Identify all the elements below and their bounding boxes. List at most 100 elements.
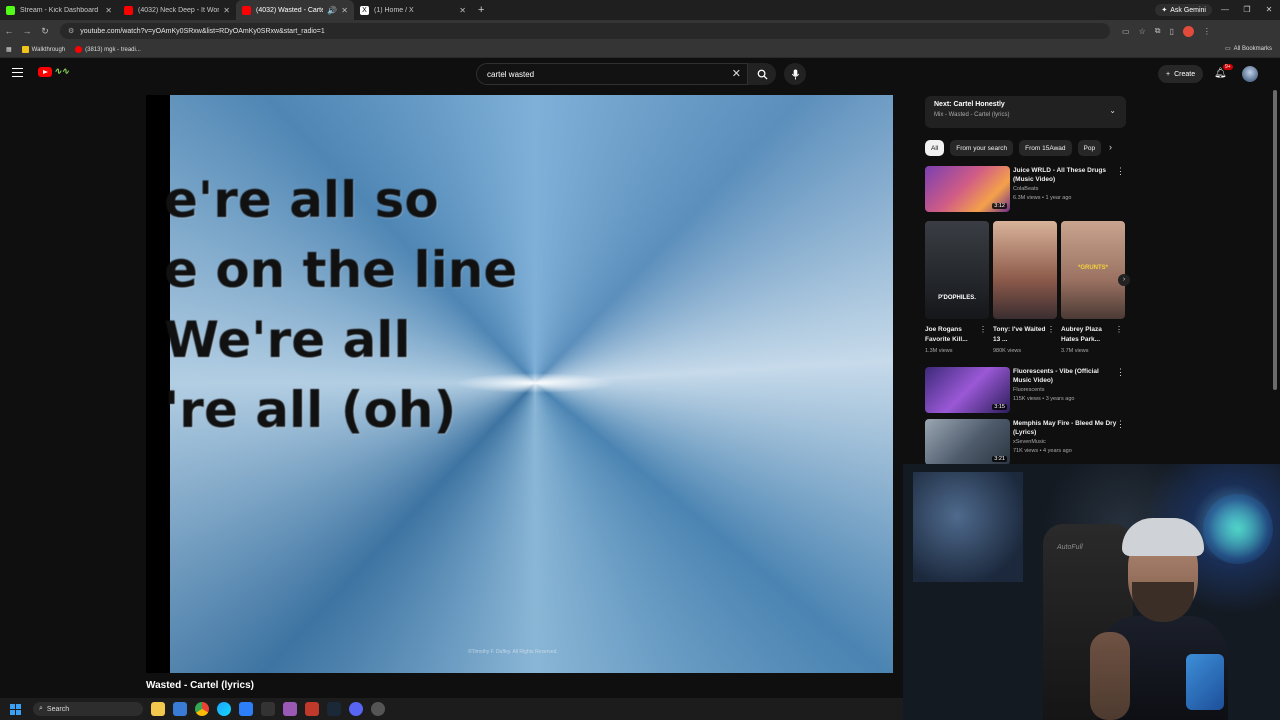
app-icon[interactable]	[239, 702, 253, 716]
reload-icon[interactable]: ↻	[36, 26, 54, 37]
all-bookmarks-label: All Bookmarks	[1233, 45, 1272, 52]
site-info-icon[interactable]: ⚙	[68, 27, 74, 35]
shorts-next-arrow-icon[interactable]: ›	[1118, 274, 1130, 286]
browser-tab-wasted[interactable]: (4032) Wasted - Cartel (lyric 🔊 ✕	[236, 0, 354, 20]
terminal-icon[interactable]	[261, 702, 275, 716]
clear-search-icon[interactable]: ✕	[732, 67, 741, 80]
video-thumbnail[interactable]: 3:12	[925, 166, 1010, 212]
forward-icon[interactable]: →	[18, 26, 36, 36]
bookmark-star-icon[interactable]: ☆	[1139, 27, 1146, 36]
all-bookmarks[interactable]: ▭ All Bookmarks	[1225, 45, 1272, 53]
hamburger-menu-icon[interactable]	[12, 68, 23, 77]
obs-icon[interactable]	[305, 702, 319, 716]
channel-name[interactable]: ColaBeats	[1013, 186, 1038, 192]
taskbar-search[interactable]: ⌕ Search	[33, 702, 143, 716]
windows-start-icon[interactable]	[10, 703, 21, 715]
more-options-icon[interactable]: ⋮	[1115, 325, 1123, 334]
more-options-icon[interactable]: ⋮	[1116, 419, 1125, 430]
url-text: youtube.com/watch?v=yOAmKy0SRxw&list=RDy…	[80, 27, 325, 35]
short-title[interactable]: Joe Rogans Favorite Kill...	[925, 325, 983, 345]
more-options-icon[interactable]: ⋮	[1047, 325, 1055, 334]
speaker-icon[interactable]: 🔊	[327, 6, 337, 15]
create-button[interactable]: + Create	[1158, 65, 1204, 83]
settings-icon[interactable]	[371, 702, 385, 716]
video-player[interactable]: e're all so e on the line We're all 're …	[146, 95, 893, 673]
browser-tab-x[interactable]: X (1) Home / X ✕	[354, 0, 472, 20]
recommended-video[interactable]: 3:12 Juice WRLD - All These Drugs (Music…	[925, 166, 1127, 212]
profile-avatar[interactable]	[1182, 25, 1194, 37]
video-title[interactable]: Memphis May Fire - Bleed Me Dry (Lyrics)	[1013, 419, 1117, 437]
extensions-icon[interactable]: ⧉	[1155, 26, 1161, 36]
youtube-doodle-logo[interactable]: ∿∿	[54, 66, 69, 77]
edge-icon[interactable]	[217, 702, 231, 716]
voice-search-button[interactable]	[784, 63, 806, 85]
video-thumbnail[interactable]: 3:15	[925, 367, 1010, 413]
short-title[interactable]: Tony: I've Waited 13 ...	[993, 325, 1051, 345]
user-avatar[interactable]	[1242, 66, 1258, 82]
notification-count-badge: 9+	[1223, 64, 1233, 70]
short-thumbnail[interactable]: P'DOPHILES.	[925, 221, 989, 319]
sidebar-icon[interactable]: ▯	[1169, 27, 1173, 36]
search-button[interactable]	[748, 63, 776, 85]
video-title[interactable]: Juice WRLD - All These Drugs (Music Vide…	[1013, 166, 1117, 184]
short-thumbnail[interactable]	[993, 221, 1057, 319]
close-tab-icon[interactable]: ✕	[105, 6, 112, 15]
store-icon[interactable]	[173, 702, 187, 716]
youtube-icon	[75, 46, 83, 53]
ask-gemini-button[interactable]: ✦ Ask Gemini	[1155, 4, 1212, 16]
close-tab-icon[interactable]: ✕	[459, 6, 466, 15]
browser-tab-neck-deep[interactable]: (4032) Neck Deep - It Won't Be ✕	[118, 0, 236, 20]
url-bar[interactable]: ⚙ youtube.com/watch?v=yOAmKy0SRxw&list=R…	[60, 23, 1110, 39]
recommended-video[interactable]: 3:15 Fluorescents - Vibe (Official Music…	[925, 367, 1127, 413]
chip-all[interactable]: All	[925, 140, 945, 156]
bookmark-label: Walkthrough	[31, 46, 66, 53]
browser-tab-kick[interactable]: Stream - Kick Dashboard ✕	[0, 0, 118, 20]
person-arm	[1090, 632, 1130, 720]
duration-badge: 3:15	[992, 404, 1007, 410]
search-input[interactable]: cartel wasted ✕	[476, 63, 748, 85]
playlist-next-card[interactable]: Next: Cartel Honestly Mix - Wasted - Car…	[925, 96, 1126, 128]
steam-icon[interactable]	[327, 702, 341, 716]
apps-icon[interactable]: ▦	[6, 46, 12, 53]
x-icon: X	[360, 5, 369, 15]
chip-pop[interactable]: Pop	[1077, 140, 1102, 156]
back-icon[interactable]: ←	[0, 26, 18, 36]
cast-icon[interactable]: ▭	[1122, 27, 1130, 36]
new-tab-icon[interactable]: +	[478, 4, 484, 16]
file-explorer-icon[interactable]	[151, 702, 165, 716]
address-bar-row: ← → ↻ ⚙ youtube.com/watch?v=yOAmKy0SRxw&…	[0, 20, 1280, 42]
close-tab-icon[interactable]: ✕	[341, 6, 348, 15]
channel-name[interactable]: Fluorescents	[1013, 387, 1045, 393]
close-tab-icon[interactable]: ✕	[223, 6, 230, 15]
short-overlay-text: *GRUNTS*	[1077, 265, 1108, 271]
windows-taskbar: ⌕ Search	[0, 698, 903, 720]
short-title[interactable]: Aubrey Plaza Hates Park...	[1061, 325, 1119, 345]
bookmark-label: (3813) mgk - treadi...	[85, 46, 141, 53]
short-thumbnail[interactable]: *GRUNTS*	[1061, 221, 1125, 319]
menu-icon[interactable]: ⋮	[1203, 27, 1211, 36]
chevron-down-icon[interactable]: ⌄	[1109, 106, 1116, 115]
recommended-video[interactable]: 3:21 Memphis May Fire - Bleed Me Dry (Ly…	[925, 419, 1127, 465]
chrome-icon[interactable]	[195, 702, 209, 716]
minimize-icon[interactable]: —	[1214, 0, 1236, 20]
chip-from-your-search[interactable]: From your search	[950, 140, 1014, 156]
video-meta: 6.3M views • 1 year ago	[1013, 195, 1072, 201]
bookmark-walkthrough[interactable]: Walkthrough	[21, 46, 66, 53]
more-options-icon[interactable]: ⋮	[1116, 166, 1125, 177]
channel-name[interactable]: xSevenMusic	[1013, 439, 1046, 445]
more-options-icon[interactable]: ⋮	[1116, 367, 1125, 378]
video-thumbnail[interactable]: 3:21	[925, 419, 1010, 465]
app-icon[interactable]	[283, 702, 297, 716]
kick-icon	[6, 5, 15, 15]
bookmark-mgk[interactable]: (3813) mgk - treadi...	[75, 46, 141, 53]
more-options-icon[interactable]: ⋮	[979, 325, 987, 334]
youtube-logo-icon[interactable]	[38, 67, 52, 77]
video-title[interactable]: Fluorescents - Vibe (Official Music Vide…	[1013, 367, 1117, 385]
maximize-icon[interactable]: ❐	[1236, 0, 1258, 20]
close-window-icon[interactable]: ✕	[1258, 0, 1280, 20]
chip-from-channel[interactable]: From 15Awad	[1019, 140, 1072, 156]
page-scrollbar[interactable]	[1273, 90, 1277, 390]
lyric-line: e're all so	[164, 171, 439, 229]
chevron-right-icon[interactable]: ›	[1109, 142, 1112, 152]
discord-icon[interactable]	[349, 702, 363, 716]
